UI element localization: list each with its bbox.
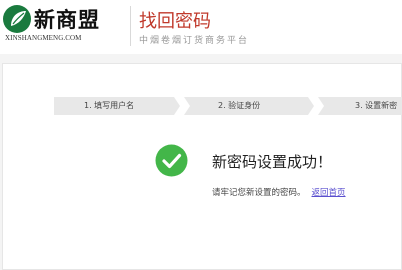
remember-password-text: 请牢记您新设置的密码。 — [212, 188, 306, 198]
site-header: 新商盟 XINSHANGMENG.COM 找回密码 中烟卷烟订货商务平台 — [0, 0, 402, 54]
content-panel — [2, 63, 402, 270]
success-check-icon — [155, 144, 188, 177]
header-divider — [130, 6, 131, 46]
step-set-new-password: 3. 设置新密码 — [318, 97, 402, 115]
logo-leaf-icon[interactable] — [2, 4, 32, 34]
success-note: 请牢记您新设置的密码。 返回首页 — [212, 186, 346, 198]
progress-steps: 1. 填写用户名 2. 验证身份 3. 设置新密码 — [54, 97, 402, 115]
page-subtitle: 中烟卷烟订货商务平台 — [139, 36, 250, 46]
success-message: 新密码设置成功！ — [212, 153, 333, 171]
page-title: 找回密码 — [139, 11, 211, 32]
step-verify-identity: 2. 验证身份 — [184, 97, 314, 115]
return-home-link[interactable]: 返回首页 — [312, 188, 346, 198]
step-fill-username: 1. 填写用户名 — [54, 97, 180, 115]
brand-name[interactable]: 新商盟 — [34, 4, 100, 34]
brand-url: XINSHANGMENG.COM — [5, 34, 82, 42]
